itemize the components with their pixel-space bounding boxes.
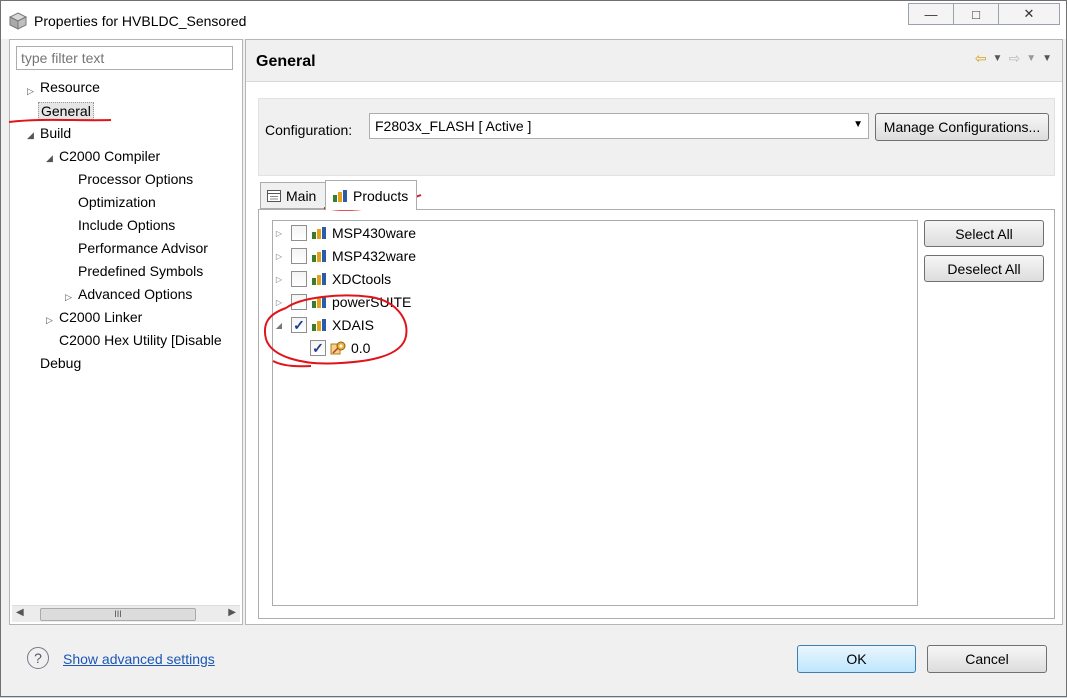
cancel-button[interactable]: Cancel (927, 645, 1047, 673)
sidebar-item-debug[interactable]: Debug (40, 355, 81, 371)
version-label: 0.0 (351, 340, 371, 356)
minimize-icon: — (924, 6, 938, 22)
expand-arrow-icon[interactable]: ▷ (273, 252, 285, 261)
list-item[interactable]: ▷ XDCtools (273, 268, 391, 290)
select-all-button[interactable]: Select All (924, 220, 1044, 247)
product-icon (312, 319, 326, 331)
main-panel: General ⇦ ▼ ⇨ ▼ ▼ Configuration: F2803x_… (245, 39, 1063, 625)
tab-main-label: Main (286, 187, 317, 204)
expand-arrow-icon[interactable]: ▷ (27, 86, 34, 97)
app-cube-icon (9, 12, 27, 30)
product-icon (312, 250, 326, 262)
title-bar: Properties for HVBLDC_Sensored — □ ✕ (1, 1, 1066, 39)
maximize-icon: □ (972, 6, 980, 22)
forward-arrow-icon[interactable]: ⇨ (1008, 50, 1020, 68)
show-advanced-settings-link[interactable]: Show advanced settings (63, 651, 215, 667)
configuration-label: Configuration: (265, 122, 353, 138)
expand-arrow-icon[interactable]: ▷ (273, 298, 285, 307)
version-checkbox[interactable]: ✓ (310, 340, 326, 356)
page-title: General (256, 53, 316, 70)
version-gear-icon (330, 341, 346, 355)
scroll-right-icon[interactable]: ▶ (228, 607, 236, 618)
tab-products[interactable]: Products (325, 180, 417, 210)
main-tab-icon (267, 189, 281, 202)
product-label: powerSUITE (332, 294, 412, 310)
list-item[interactable]: ▷ MSP430ware (273, 222, 416, 244)
sidebar-item-advanced-options[interactable]: Advanced Options (78, 286, 192, 302)
forward-menu-icon[interactable]: ▼ (1026, 50, 1036, 68)
horizontal-scrollbar[interactable]: ◀ III ▶ (12, 605, 240, 622)
list-item[interactable]: ▷ MSP432ware (273, 245, 416, 267)
properties-dialog: Properties for HVBLDC_Sensored — □ ✕ ▷ R… (0, 0, 1067, 697)
collapse-arrow-icon[interactable]: ◢ (27, 130, 34, 141)
collapse-arrow-icon[interactable]: ◢ (273, 321, 285, 330)
collapse-arrow-icon[interactable]: ◢ (46, 153, 53, 164)
sidebar-item-include-options[interactable]: Include Options (78, 217, 175, 233)
deselect-all-button[interactable]: Deselect All (924, 255, 1044, 282)
product-label: XDAIS (332, 317, 375, 333)
close-button[interactable]: ✕ (998, 3, 1060, 25)
expand-arrow-icon[interactable]: ▷ (65, 292, 72, 303)
back-arrow-icon[interactable]: ⇦ (975, 50, 987, 68)
manage-configurations-button[interactable]: Manage Configurations... (875, 113, 1049, 141)
filter-input[interactable] (16, 46, 233, 70)
help-icon[interactable]: ? (27, 647, 49, 669)
sidebar-item-c2000-compiler[interactable]: C2000 Compiler (59, 148, 160, 164)
product-label: XDCtools (332, 271, 392, 287)
sidebar-item-general[interactable]: General (38, 102, 94, 120)
tabs: Main Products ▷ MSP430ware ▷ MSP432ware … (258, 180, 1055, 620)
tab-products-label: Products (353, 187, 409, 204)
product-icon (312, 296, 326, 308)
close-icon: ✕ (1023, 6, 1035, 21)
list-item[interactable]: ✓ 0.0 (292, 337, 370, 359)
product-checkbox[interactable] (291, 248, 307, 264)
dialog-footer: ? Show advanced settings OK Cancel (9, 629, 1063, 691)
products-tree: ▷ MSP430ware ▷ MSP432ware ▷ XDCtools ▷ p… (272, 220, 918, 606)
scroll-left-icon[interactable]: ◀ (16, 607, 24, 618)
page-header: General ⇦ ▼ ⇨ ▼ ▼ (246, 40, 1062, 82)
sidebar-item-performance-advisor[interactable]: Performance Advisor (78, 240, 208, 256)
list-item[interactable]: ▷ powerSUITE (273, 291, 411, 313)
products-tab-icon (333, 189, 347, 202)
back-menu-icon[interactable]: ▼ (993, 50, 1003, 68)
view-menu-icon[interactable]: ▼ (1042, 50, 1052, 68)
expand-arrow-icon[interactable]: ▷ (46, 315, 53, 326)
expand-arrow-icon[interactable]: ▷ (273, 275, 285, 284)
product-checkbox[interactable]: ✓ (291, 317, 307, 333)
tab-main[interactable]: Main (260, 182, 326, 209)
sidebar-item-c2000-linker[interactable]: C2000 Linker (59, 309, 142, 325)
configuration-value: F2803x_FLASH [ Active ] (375, 118, 532, 134)
window-title: Properties for HVBLDC_Sensored (34, 13, 247, 29)
product-label: MSP432ware (332, 248, 417, 264)
minimize-button[interactable]: — (908, 3, 954, 25)
product-checkbox[interactable] (291, 294, 307, 310)
configuration-group: Configuration: F2803x_FLASH [ Active ] ▼… (258, 98, 1055, 176)
maximize-button[interactable]: □ (953, 3, 999, 25)
products-tab-panel: ▷ MSP430ware ▷ MSP432ware ▷ XDCtools ▷ p… (258, 209, 1055, 619)
sidebar-tree: ▷ Resource General ◢ Build ◢ C2000 Compi… (9, 39, 243, 625)
product-label: MSP430ware (332, 225, 417, 241)
product-icon (312, 227, 326, 239)
sidebar-item-predefined-symbols[interactable]: Predefined Symbols (78, 263, 203, 279)
sidebar-item-c2000-hex-utility[interactable]: C2000 Hex Utility [Disable (59, 332, 235, 348)
expand-arrow-icon[interactable]: ▷ (273, 229, 285, 238)
configuration-select[interactable]: F2803x_FLASH [ Active ] ▼ (369, 113, 869, 139)
scrollbar-thumb[interactable]: III (40, 608, 196, 621)
list-item[interactable]: ◢ ✓ XDAIS (273, 314, 374, 336)
product-icon (312, 273, 326, 285)
sidebar-item-processor-options[interactable]: Processor Options (78, 171, 193, 187)
ok-button[interactable]: OK (797, 645, 916, 673)
sidebar-item-resource[interactable]: Resource (40, 79, 100, 95)
sidebar-item-build[interactable]: Build (40, 125, 71, 141)
product-checkbox[interactable] (291, 225, 307, 241)
sidebar-item-optimization[interactable]: Optimization (78, 194, 156, 210)
product-checkbox[interactable] (291, 271, 307, 287)
dropdown-arrow-icon: ▼ (853, 119, 863, 130)
